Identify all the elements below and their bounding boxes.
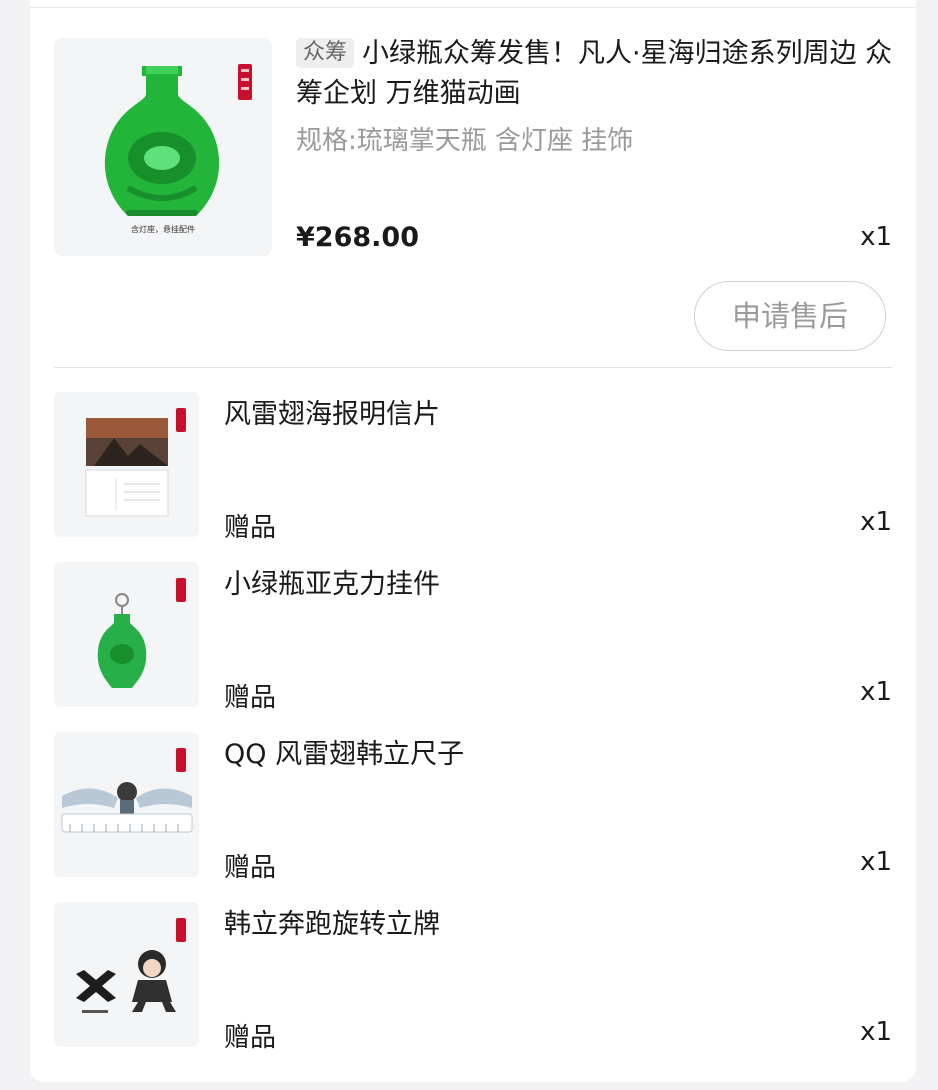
acrylic-keychain-image bbox=[97, 578, 186, 688]
gift-thumbnail-keychain[interactable] bbox=[54, 562, 199, 707]
gift-label: 赠品 bbox=[224, 1023, 277, 1053]
gift-thumbnail-standee[interactable] bbox=[54, 902, 199, 1047]
gift-title[interactable]: 韩立奔跑旋转立牌 bbox=[224, 902, 440, 941]
standee-image bbox=[76, 918, 186, 1013]
gift-thumbnail-ruler[interactable] bbox=[54, 732, 199, 877]
gift-label: 赠品 bbox=[224, 853, 277, 883]
gift-title[interactable]: QQ 风雷翅韩立尺子 bbox=[224, 732, 464, 771]
product-title[interactable]: 众筹 小绿瓶众筹发售！凡人·星海归途系列周边 众筹企划 万维猫动画 bbox=[296, 34, 896, 114]
gift-quantity: x1 bbox=[860, 507, 892, 537]
ruler-image bbox=[61, 748, 193, 833]
gift-label: 赠品 bbox=[224, 683, 277, 713]
section-divider bbox=[54, 367, 892, 368]
gift-title[interactable]: 风雷翅海报明信片 bbox=[224, 392, 440, 431]
gift-quantity: x1 bbox=[860, 677, 892, 707]
product-spec: 规格:琉璃掌天瓶 含灯座 挂饰 bbox=[296, 126, 634, 156]
order-card: 含灯座，悬挂配件 众筹 小绿瓶众筹发售！凡人·星海归途系列周边 众筹企划 万维猫动… bbox=[30, 0, 916, 1082]
postcard-image bbox=[85, 408, 186, 517]
gift-quantity: x1 bbox=[860, 1017, 892, 1047]
product-quantity: x1 bbox=[860, 222, 892, 252]
product-title-text: 小绿瓶众筹发售！凡人·星海归途系列周边 众筹企划 万维猫动画 bbox=[296, 38, 893, 109]
product-price: ¥268.00 bbox=[296, 222, 419, 253]
gift-title[interactable]: 小绿瓶亚克力挂件 bbox=[224, 562, 440, 601]
thumb-caption: 含灯座，悬挂配件 bbox=[131, 224, 195, 234]
crowdfunding-tag: 众筹 bbox=[296, 38, 355, 68]
gift-thumbnail-postcard[interactable] bbox=[54, 392, 199, 537]
gift-quantity: x1 bbox=[860, 847, 892, 877]
green-bottle-image: 含灯座，悬挂配件 bbox=[104, 64, 252, 234]
apply-after-sale-button[interactable]: 申请售后 bbox=[694, 281, 886, 351]
gift-label: 赠品 bbox=[224, 513, 277, 543]
top-divider bbox=[30, 7, 916, 8]
product-thumbnail[interactable]: 含灯座，悬挂配件 bbox=[54, 38, 272, 256]
